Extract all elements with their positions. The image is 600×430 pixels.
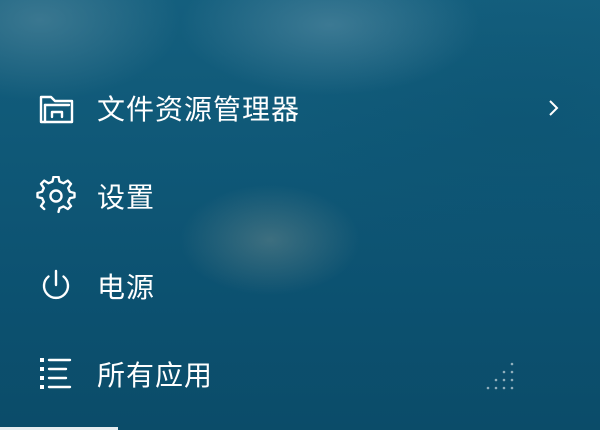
power-icon (36, 266, 76, 306)
menu-item-label: 设置 (97, 181, 156, 214)
menu-item-label: 电源 (97, 271, 156, 304)
settings-gear-icon (36, 176, 76, 216)
file-explorer-icon (36, 88, 76, 128)
all-apps-list-icon (36, 354, 76, 394)
chevron-right-icon[interactable] (543, 96, 563, 120)
decorative-dots (482, 358, 522, 394)
menu-item-label: 所有应用 (97, 359, 214, 392)
menu-item-file-explorer[interactable]: 文件资源管理器 (0, 78, 600, 138)
menu-item-label: 文件资源管理器 (97, 93, 301, 126)
menu-item-settings[interactable]: 设置 (0, 166, 600, 226)
start-menu-panel: 文件资源管理器 设置 电源 所有应用 (0, 0, 600, 430)
menu-item-power[interactable]: 电源 (0, 256, 600, 316)
